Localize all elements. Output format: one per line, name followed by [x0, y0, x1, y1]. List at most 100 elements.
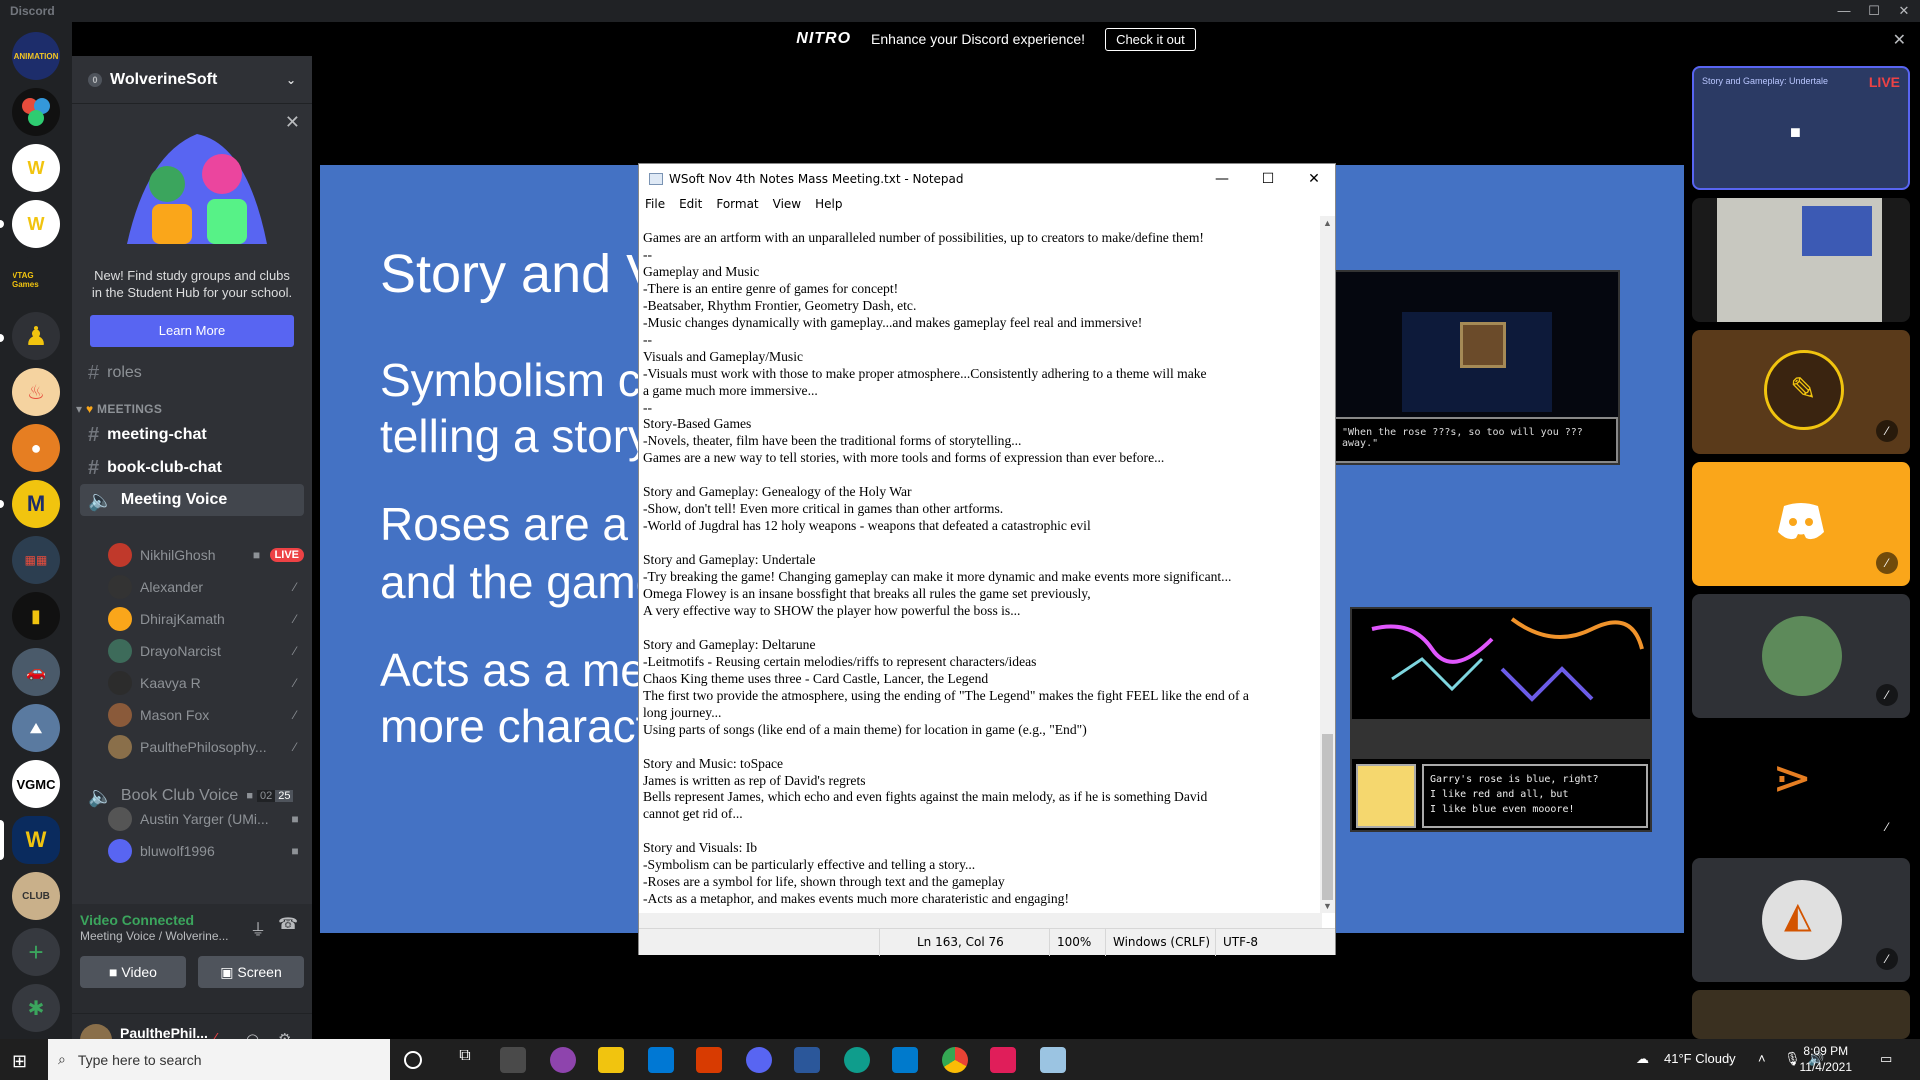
- notepad-text-area[interactable]: Games are an artform with an unparallele…: [639, 216, 1322, 913]
- taskbar-search[interactable]: ⌕ Type here to search: [48, 1039, 390, 1080]
- voice-user[interactable]: PaulthePhilosophy... ⁄: [108, 734, 304, 760]
- server-icon-wolverinesoft[interactable]: W: [12, 816, 60, 864]
- server-list: ANIMATION W W VTAG Games ♟ ♨ ● M ▦▦ ▮ 🚗 …: [0, 22, 72, 1039]
- channel-meeting-chat[interactable]: # meeting-chat: [80, 419, 304, 451]
- camera-icon: ■: [291, 844, 299, 858]
- server-icon-car[interactable]: 🚗: [12, 648, 60, 696]
- taskbar-clock[interactable]: 8:09 PM 11/4/2021: [1800, 1043, 1853, 1075]
- video-tile-pencil[interactable]: ✎ ⁄: [1692, 330, 1910, 454]
- video-tile-classroom[interactable]: [1692, 198, 1910, 322]
- weather-icon[interactable]: ☁: [1636, 1051, 1649, 1067]
- video-tile-dragon[interactable]: ⋗ ⁄: [1692, 726, 1910, 850]
- horizontal-scrollbar[interactable]: [639, 913, 1322, 928]
- microphone-icon[interactable]: 🎙: [1784, 1051, 1801, 1067]
- server-icon-flame[interactable]: ♨: [12, 368, 60, 416]
- scroll-thumb[interactable]: [1322, 734, 1333, 900]
- folder-icon[interactable]: [598, 1047, 624, 1073]
- server-icon-chess[interactable]: ♟: [12, 312, 60, 360]
- notepad-line: Games are a new way to tell stories, wit…: [643, 450, 1165, 466]
- menu-file[interactable]: File: [645, 197, 665, 211]
- close-icon[interactable]: ✕: [1291, 164, 1337, 194]
- server-icon-wsoft-studio[interactable]: W: [12, 144, 60, 192]
- notepad-titlebar[interactable]: WSoft Nov 4th Notes Mass Meeting.txt - N…: [639, 164, 1335, 194]
- app-icon[interactable]: [550, 1047, 576, 1073]
- stream-tile[interactable]: Story and Gameplay: Undertale LIVE ■: [1692, 66, 1910, 190]
- scroll-up-icon[interactable]: ▲: [1320, 218, 1335, 228]
- notepad-line: Gameplay and Music: [643, 263, 760, 279]
- server-icon-vgmc[interactable]: VGMC: [12, 760, 60, 808]
- menu-edit[interactable]: Edit: [679, 197, 702, 211]
- minimize-icon[interactable]: —: [1834, 2, 1854, 20]
- discord-icon[interactable]: [746, 1047, 772, 1073]
- explore-servers-icon[interactable]: ✱: [12, 984, 60, 1032]
- maximize-icon[interactable]: ☐: [1245, 164, 1291, 194]
- server-icon-colorful[interactable]: [12, 88, 60, 136]
- minimize-icon[interactable]: —: [1199, 164, 1245, 194]
- video-tile-fox[interactable]: ◭ ⁄: [1692, 858, 1910, 982]
- nitro-check-button[interactable]: Check it out: [1105, 27, 1196, 51]
- video-button[interactable]: ■ Video: [80, 956, 186, 988]
- scroll-down-icon[interactable]: ▼: [1320, 901, 1335, 911]
- screen-share-button[interactable]: ▣ Screen: [198, 956, 304, 988]
- voice-channel-meeting[interactable]: 🔈 Meeting Voice: [80, 484, 304, 516]
- voice-location[interactable]: Meeting Voice / Wolverine...: [80, 929, 229, 943]
- menu-view[interactable]: View: [773, 197, 801, 211]
- voice-user[interactable]: NikhilGhosh ■ LIVE: [108, 542, 304, 568]
- slack-icon[interactable]: [990, 1047, 1016, 1073]
- vertical-scrollbar[interactable]: ▲ ▼: [1320, 216, 1335, 913]
- maximize-icon[interactable]: ☐: [1864, 2, 1884, 20]
- server-icon-animation-club[interactable]: ANIMATION: [12, 32, 60, 80]
- slide-text: Acts as a met: [380, 644, 659, 696]
- channel-roles[interactable]: # roles: [80, 357, 304, 389]
- server-icon-pixel[interactable]: ▦▦: [12, 536, 60, 584]
- menu-help[interactable]: Help: [815, 197, 842, 211]
- video-tile-user[interactable]: ⁄: [1692, 594, 1910, 718]
- voice-user[interactable]: Kaavya R ⁄: [108, 670, 304, 696]
- server-icon-orange[interactable]: ●: [12, 424, 60, 472]
- voice-user[interactable]: DhirajKamath ⁄: [108, 606, 304, 632]
- close-icon[interactable]: ✕: [285, 112, 300, 133]
- learn-more-button[interactable]: Learn More: [90, 315, 294, 347]
- add-server-icon[interactable]: +: [12, 928, 60, 976]
- video-tile-partial[interactable]: [1692, 990, 1910, 1039]
- guild-header[interactable]: 0 WolverineSoft ⌄: [72, 56, 312, 104]
- category-meetings[interactable]: ▾ ♥ MEETINGS: [76, 402, 162, 416]
- noise-suppression-icon[interactable]: ⏚: [250, 916, 266, 940]
- disconnect-icon[interactable]: ☎: [278, 914, 298, 934]
- notepad-line: [643, 823, 1318, 840]
- server-icon-landscape[interactable]: ⛰: [12, 704, 60, 752]
- camera-icon: ■: [246, 790, 253, 802]
- mute-icon: ⁄: [1876, 684, 1898, 706]
- tray-chevron-icon[interactable]: ˄: [1758, 1051, 1766, 1066]
- chrome-icon[interactable]: [942, 1047, 968, 1073]
- word-icon[interactable]: [794, 1047, 820, 1073]
- server-icon-dark[interactable]: ▮: [12, 592, 60, 640]
- vscode-icon[interactable]: [892, 1047, 918, 1073]
- channel-book-club-chat[interactable]: # book-club-chat: [80, 452, 304, 484]
- notification-icon[interactable]: ▭: [1880, 1051, 1892, 1067]
- voice-user[interactable]: Mason Fox ⁄: [108, 702, 304, 728]
- edge-icon[interactable]: [844, 1047, 870, 1073]
- menu-format[interactable]: Format: [716, 197, 758, 211]
- notepad-icon[interactable]: [1040, 1047, 1066, 1073]
- cortana-icon[interactable]: [404, 1051, 422, 1069]
- task-view-icon[interactable]: ⧉: [452, 1047, 478, 1073]
- voice-user[interactable]: Austin Yarger (UMi... ■: [108, 806, 304, 832]
- windows-start-icon[interactable]: ⊞: [12, 1051, 27, 1072]
- nitro-logo: NITRO: [796, 30, 852, 47]
- office-icon[interactable]: [696, 1047, 722, 1073]
- server-icon-wsoft-studio-2[interactable]: W: [12, 200, 60, 248]
- mail-icon[interactable]: [648, 1047, 674, 1073]
- voice-user[interactable]: bluwolf1996 ■: [108, 838, 304, 864]
- voice-user[interactable]: Alexander ⁄: [108, 574, 304, 600]
- close-icon[interactable]: ✕: [1894, 2, 1914, 20]
- voice-user[interactable]: DrayoNarcist ⁄: [108, 638, 304, 664]
- store-icon[interactable]: [500, 1047, 526, 1073]
- server-icon-vtag[interactable]: VTAG Games: [12, 256, 60, 304]
- video-tile-discord[interactable]: ⁄: [1692, 462, 1910, 586]
- server-icon-m[interactable]: M: [12, 480, 60, 528]
- server-icon-card[interactable]: CLUB: [12, 872, 60, 920]
- chevron-down-icon[interactable]: ⌄: [286, 73, 296, 87]
- nitro-close-icon[interactable]: ✕: [1893, 30, 1906, 50]
- weather-text[interactable]: 41°F Cloudy: [1664, 1051, 1736, 1066]
